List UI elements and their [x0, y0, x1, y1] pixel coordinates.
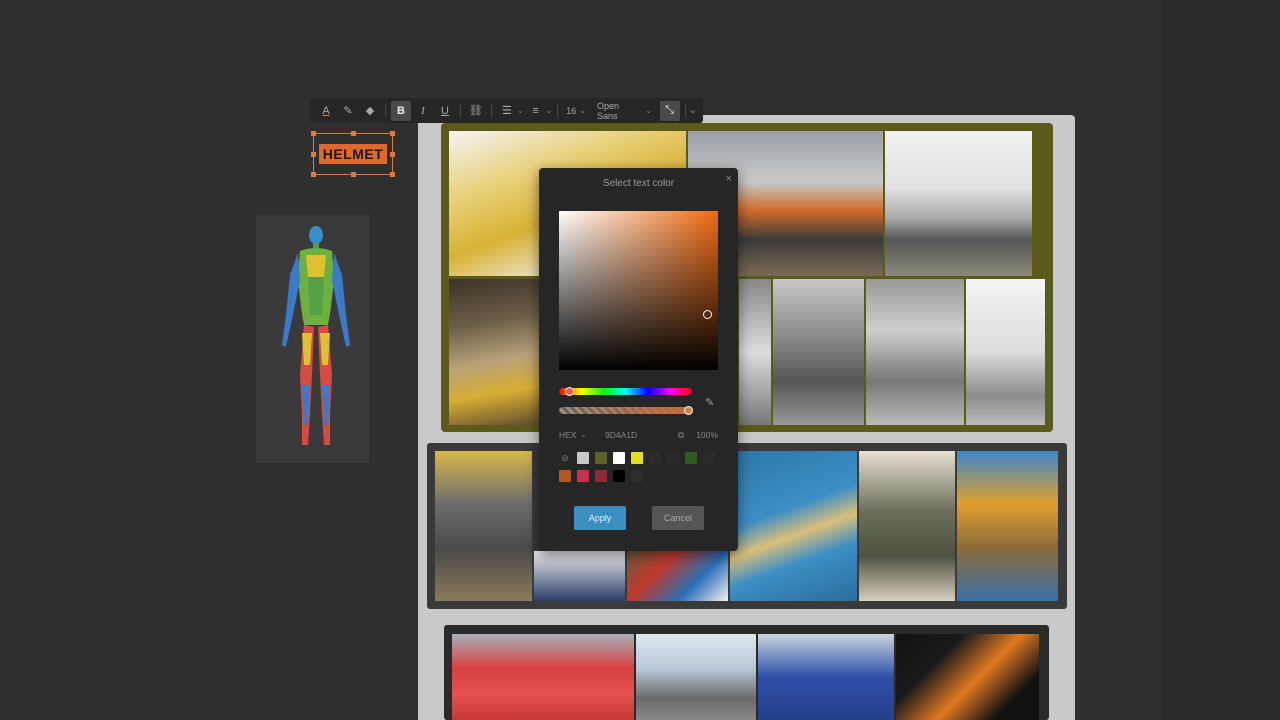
chevron-down-icon[interactable]: ⌄ [645, 106, 652, 115]
cancel-button[interactable]: Cancel [652, 506, 704, 530]
resize-handle-r[interactable] [390, 152, 395, 157]
color-swatch[interactable] [703, 452, 715, 464]
helmet-text[interactable]: HELMET [318, 144, 388, 164]
photo-drill-rig[interactable] [957, 451, 1058, 601]
resize-handle-br[interactable] [390, 172, 395, 177]
italic-button[interactable]: I [413, 101, 433, 121]
color-swatch[interactable] [577, 470, 589, 482]
text-color-button[interactable]: A [316, 101, 336, 121]
anatomy-figure-image [282, 226, 350, 445]
chevron-down-icon[interactable]: ⌄ [517, 106, 524, 115]
hue-slider[interactable] [559, 388, 692, 395]
color-picker-dialog: Select text color × ✎ HEX ⌄ 9D4A1D ⧉ 100… [539, 168, 738, 551]
color-swatch[interactable] [631, 452, 643, 464]
toolbar-divider [384, 103, 386, 118]
text-color-icon: A [322, 104, 330, 117]
toolbar-divider [557, 103, 559, 118]
link-icon[interactable]: ⛓ [466, 101, 486, 121]
color-swatch[interactable] [631, 470, 643, 482]
opacity-input[interactable]: 100% [690, 430, 718, 440]
copy-icon[interactable]: ⧉ [678, 430, 690, 441]
color-swatch[interactable] [613, 470, 625, 482]
list-icon[interactable]: ☰ [497, 101, 517, 121]
no-color-icon[interactable]: ⊘ [559, 452, 571, 464]
resize-handle-l[interactable] [311, 152, 316, 157]
dialog-title: Select text color [602, 178, 675, 189]
color-swatch[interactable] [667, 452, 679, 464]
align-left-icon[interactable]: ≡ [526, 101, 546, 121]
saturation-value-area[interactable] [559, 211, 718, 370]
photo-excavator-sky[interactable] [636, 634, 756, 720]
color-swatch[interactable] [559, 470, 571, 482]
color-swatch[interactable] [685, 452, 697, 464]
photo-orange-robot[interactable] [896, 634, 1039, 720]
photo-excavator-arm[interactable] [435, 451, 532, 601]
photo-cylinder[interactable] [534, 551, 625, 601]
color-swatch[interactable] [595, 470, 607, 482]
toolbar-divider [459, 103, 461, 118]
photo-landing-gear[interactable] [773, 279, 864, 425]
bold-label: B [396, 104, 405, 117]
photo-theodolite[interactable] [859, 451, 955, 601]
highlight-pen-icon[interactable]: ✎ [338, 101, 358, 121]
color-format-select[interactable]: HEX ⌄ [559, 430, 595, 440]
color-swatch[interactable] [577, 452, 589, 464]
color-format-label: HEX [559, 430, 577, 440]
photo-hydraulic[interactable] [866, 279, 964, 425]
resize-handle-tr[interactable] [390, 131, 395, 136]
photo-gear-part[interactable] [739, 279, 771, 425]
more-options-chevron-icon[interactable]: ⌄ [689, 105, 697, 116]
hex-input[interactable]: 9D4A1D [595, 430, 678, 440]
photo-pipes[interactable] [627, 551, 728, 601]
toolbar-divider [684, 103, 686, 118]
chevron-down-icon[interactable]: ⌄ [546, 106, 553, 115]
fill-bucket-icon[interactable]: ◆ [360, 101, 380, 121]
color-swatches: ⊘ [559, 452, 719, 488]
anatomy-figure-card[interactable] [256, 215, 369, 463]
bold-button[interactable]: B [390, 100, 411, 121]
photo-blue-attachment[interactable] [758, 634, 894, 720]
color-swatch[interactable] [649, 452, 661, 464]
chevron-down-icon: ⌄ [580, 432, 587, 439]
auto-size-icon[interactable]: ⤡ [659, 100, 680, 121]
photo-brass-tool[interactable] [730, 451, 857, 601]
chevron-down-icon[interactable]: ⌄ [579, 106, 586, 115]
italic-label: I [421, 104, 425, 117]
color-value-row: HEX ⌄ 9D4A1D ⧉ 100% [559, 427, 718, 443]
opacity-slider[interactable] [559, 407, 692, 414]
photo-robot-arm-white[interactable] [966, 279, 1045, 425]
font-size-select[interactable]: 16 [563, 106, 579, 116]
resize-handle-b[interactable] [351, 172, 356, 177]
photo-mining-machine[interactable] [449, 279, 549, 425]
underline-button[interactable]: U [435, 101, 455, 121]
color-swatch[interactable] [613, 452, 625, 464]
photo-bulldozer-white[interactable] [885, 131, 1032, 276]
apply-button[interactable]: Apply [574, 506, 626, 530]
eyedropper-icon[interactable]: ✎ [705, 396, 714, 409]
resize-handle-t[interactable] [351, 131, 356, 136]
resize-handle-bl[interactable] [311, 172, 316, 177]
text-format-toolbar: A ✎ ◆ B I U ⛓ ☰ ⌄ ≡ ⌄ 16 ⌄ Open Sans ⌄ ⤡… [310, 98, 703, 123]
helmet-text-element[interactable]: HELMET [311, 131, 395, 177]
close-icon[interactable]: × [726, 173, 732, 185]
opacity-slider-handle[interactable] [684, 406, 693, 415]
color-swatch[interactable] [595, 452, 607, 464]
resize-handle-tl[interactable] [311, 131, 316, 136]
photo-red-machine[interactable] [452, 634, 634, 720]
color-cursor[interactable] [703, 310, 712, 319]
hue-slider-handle[interactable] [565, 387, 574, 396]
font-family-select[interactable]: Open Sans [594, 101, 645, 121]
right-panel-shade [1162, 0, 1280, 720]
toolbar-divider [490, 103, 492, 118]
underline-label: U [440, 104, 449, 117]
